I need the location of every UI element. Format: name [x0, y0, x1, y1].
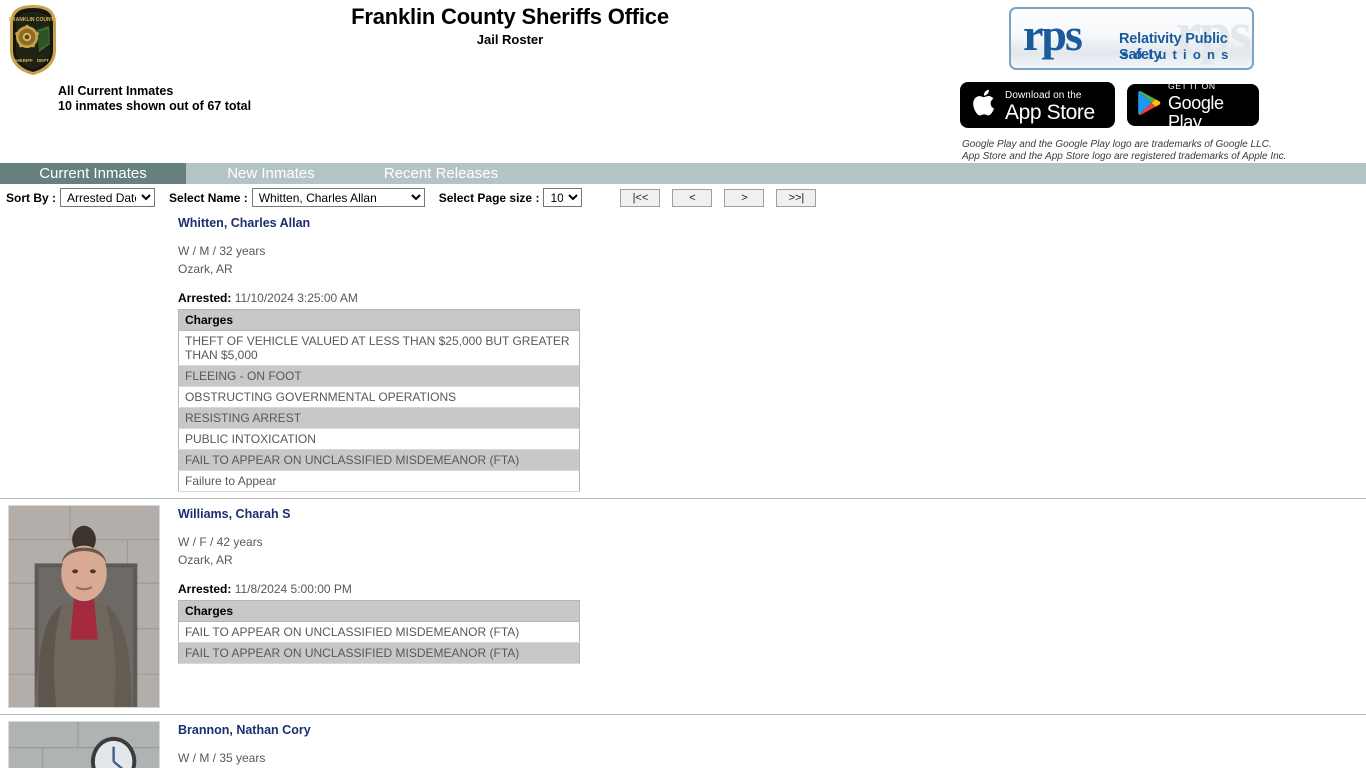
charge-row: THEFT OF VEHICLE VALUED AT LESS THAN $25… — [178, 330, 580, 366]
page-subtitle: Jail Roster — [476, 32, 544, 47]
summary-line-2: 10 inmates shown out of 67 total — [58, 99, 252, 113]
inmate-demographics: W / F / 42 years Ozark, AR — [178, 535, 263, 567]
sort-by-select[interactable]: Arrested Date — [60, 188, 156, 207]
inmate-record: Whitten, Charles Allan W / M / 32 years Oz… — [0, 208, 1366, 499]
inmate-name-link[interactable]: Brannon, Nathan Cory — [178, 723, 1366, 737]
charge-description: FAIL TO APPEAR ON UNCLASSIFIED MISDEMEAN… — [178, 642, 580, 664]
charge-description: PUBLIC INTOXICATION — [178, 428, 580, 450]
charges-table: Charges FAIL TO APPEAR ON UNCLASSIFIED MI… — [178, 600, 580, 664]
inmate-roster-list: Whitten, Charles Allan W / M / 32 years Oz… — [0, 208, 1366, 768]
inmate-details: Whitten, Charles Allan W / M / 32 years Oz… — [178, 214, 1366, 492]
charges-table: Charges THEFT OF VEHICLE VALUED AT LESS T… — [178, 309, 580, 492]
page-header: FRANKLIN COUNTY SHERIFF DEPT Franklin Co… — [0, 0, 1366, 163]
inmate-details: Brannon, Nathan Cory W / M / 35 years — [178, 721, 1366, 768]
tab-recent-releases[interactable]: Recent Releases — [356, 163, 526, 184]
google-play-small-text: GET IT ON — [1168, 80, 1216, 91]
charge-row: PUBLIC INTOXICATION — [178, 428, 580, 450]
tab-bar: Current Inmates New Inmates Recent Relea… — [0, 163, 1366, 184]
charge-row: FAIL TO APPEAR ON UNCLASSIFIED MISDEMEAN… — [178, 642, 580, 664]
inmate-name-link[interactable]: Whitten, Charles Allan — [178, 216, 1366, 230]
inmate-photo-cell — [0, 214, 178, 492]
charges-header: Charges — [178, 309, 580, 331]
charge-description: OBSTRUCTING GOVERNMENTAL OPERATIONS — [178, 386, 580, 408]
trademark-line-2: App Store and the App Store logo are reg… — [962, 151, 1287, 162]
charge-row: FAIL TO APPEAR ON UNCLASSIFIED MISDEMEAN… — [178, 621, 580, 643]
pagination-controls: |<< < > >>| — [620, 188, 817, 207]
google-play-label: GET IT ON Google Play — [1168, 77, 1259, 133]
trademark-line-1: Google Play and the Google Play logo are… — [962, 139, 1272, 150]
charge-description: FLEEING - ON FOOT — [178, 365, 580, 387]
app-store-small-text: Download on the — [1005, 89, 1082, 101]
summary-line-1: All Current Inmates — [58, 84, 174, 98]
inmate-photo-cell — [0, 505, 178, 708]
rps-tagline-line2: solutions — [1121, 47, 1235, 62]
charge-row: FLEEING - ON FOOT — [178, 365, 580, 387]
inmate-mugshot — [8, 721, 160, 768]
rps-wordmark: rps — [1023, 9, 1083, 60]
charge-description: RESISTING ARREST — [178, 407, 580, 429]
last-page-button[interactable]: >>| — [776, 188, 817, 207]
trademark-notice: Google Play and the Google Play logo are… — [962, 139, 1286, 163]
app-store-button[interactable]: Download on the App Store — [960, 82, 1115, 128]
google-play-button[interactable]: GET IT ON Google Play — [1127, 81, 1259, 132]
roster-toolbar: Sort By : Arrested Date Select Name : Wh… — [0, 184, 1366, 208]
page-size-select[interactable]: 10 — [543, 188, 583, 207]
charge-row: OBSTRUCTING GOVERNMENTAL OPERATIONS — [178, 386, 580, 408]
select-name-dropdown[interactable]: Whitten, Charles Allan — [251, 188, 425, 207]
roster-summary: All Current Inmates 10 inmates shown out… — [58, 84, 251, 114]
svg-text:DEPT: DEPT — [37, 58, 49, 63]
sort-by-label: Sort By : — [6, 190, 57, 205]
google-play-icon — [1137, 90, 1161, 121]
charge-description: FAIL TO APPEAR ON UNCLASSIFIED MISDEMEAN… — [178, 449, 580, 471]
inmate-demographics: W / M / 35 years — [178, 751, 266, 765]
charge-description: Failure to Appear — [178, 470, 580, 492]
tab-current-inmates[interactable]: Current Inmates — [0, 163, 186, 184]
charge-description: THEFT OF VEHICLE VALUED AT LESS THAN $25… — [178, 330, 580, 366]
charge-row: FAIL TO APPEAR ON UNCLASSIFIED MISDEMEAN… — [178, 449, 580, 471]
inmate-name-link[interactable]: Williams, Charah S — [178, 507, 1366, 521]
charges-header: Charges — [178, 600, 580, 622]
title-block: Franklin County Sheriffs Office Jail Ros… — [0, 4, 1020, 49]
previous-page-button[interactable]: < — [672, 188, 713, 207]
app-store-label: Download on the App Store — [1005, 86, 1095, 125]
tab-new-inmates[interactable]: New Inmates — [186, 163, 356, 184]
inmate-photo-cell — [0, 721, 178, 768]
charge-description: FAIL TO APPEAR ON UNCLASSIFIED MISDEMEAN… — [178, 621, 580, 643]
inmate-record: Brannon, Nathan Cory W / M / 35 years — [0, 715, 1366, 768]
app-store-big-text: App Store — [1005, 101, 1095, 125]
google-play-big-text: Google Play — [1168, 92, 1224, 133]
arrested-date: Arrested: 11/10/2024 3:25:00 AM — [178, 291, 358, 305]
inmate-demographics: W / M / 32 years Ozark, AR — [178, 244, 266, 276]
svg-text:SHERIFF: SHERIFF — [13, 58, 33, 63]
inmate-details: Williams, Charah S W / F / 42 years Ozark,… — [178, 505, 1366, 708]
apple-icon — [972, 88, 998, 123]
inmate-record: Williams, Charah S W / F / 42 years Ozark,… — [0, 499, 1366, 715]
inmate-mugshot — [8, 505, 160, 708]
select-name-label: Select Name : — [169, 190, 248, 205]
first-page-button[interactable]: |<< — [620, 188, 661, 207]
next-page-button[interactable]: > — [724, 188, 765, 207]
charge-row: RESISTING ARREST — [178, 407, 580, 429]
page-title: Franklin County Sheriffs Office — [351, 4, 669, 29]
charge-row: Failure to Appear — [178, 470, 580, 492]
rps-logo[interactable]: rps rps Relativity Public Safety solutio… — [1009, 7, 1254, 70]
page-size-label: Select Page size : — [438, 190, 540, 205]
arrested-date: Arrested: 11/8/2024 5:00:00 PM — [178, 582, 352, 596]
